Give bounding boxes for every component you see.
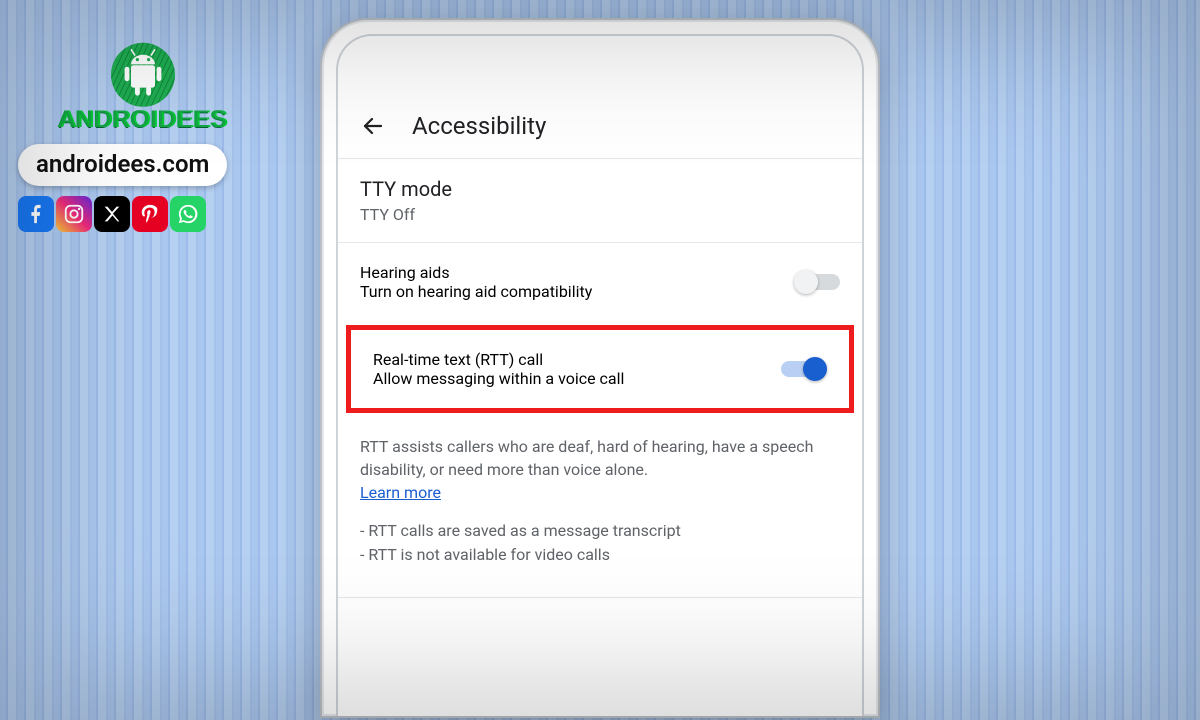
rtt-note-2: - RTT is not available for video calls <box>360 543 840 567</box>
arrow-left-icon <box>361 114 385 138</box>
facebook-icon[interactable] <box>18 196 54 232</box>
rtt-info-text: RTT assists callers who are deaf, hard o… <box>338 417 862 509</box>
brand-wordmark: ANDROIDEES <box>59 106 228 134</box>
rtt-subtitle: Allow messaging within a voice call <box>373 369 765 388</box>
x-icon[interactable] <box>94 196 130 232</box>
pinterest-icon[interactable] <box>132 196 168 232</box>
app-bar: Accessibility <box>338 94 862 158</box>
site-link-pill[interactable]: androidees.com <box>18 144 227 186</box>
learn-more-link[interactable]: Learn more <box>360 483 441 502</box>
tty-mode-row[interactable]: TTY mode TTY Off <box>338 159 862 242</box>
rtt-call-toggle[interactable] <box>781 357 827 381</box>
rtt-note-1: - RTT calls are saved as a message trans… <box>360 519 840 543</box>
page-title: Accessibility <box>412 112 546 140</box>
phone-mockup: Accessibility TTY mode TTY Off Hearing a… <box>320 18 880 718</box>
hearing-aids-toggle[interactable] <box>794 270 840 294</box>
highlight-box: Real-time text (RTT) call Allow messagin… <box>346 325 854 413</box>
hearing-aids-row[interactable]: Hearing aids Turn on hearing aid compati… <box>338 243 862 321</box>
social-icons-row <box>18 196 268 232</box>
rtt-notes: - RTT calls are saved as a message trans… <box>338 509 862 597</box>
whatsapp-icon[interactable] <box>170 196 206 232</box>
hearing-subtitle: Turn on hearing aid compatibility <box>360 282 778 301</box>
rtt-call-row[interactable]: Real-time text (RTT) call Allow messagin… <box>351 330 849 408</box>
android-icon <box>103 38 183 110</box>
phone-screen: Accessibility TTY mode TTY Off Hearing a… <box>338 94 862 716</box>
rtt-info-body: RTT assists callers who are deaf, hard o… <box>360 437 813 479</box>
overlay-branding: ANDROIDEES androidees.com <box>18 38 268 232</box>
phone-bezel: Accessibility TTY mode TTY Off Hearing a… <box>336 34 864 716</box>
brand-logo: ANDROIDEES <box>18 38 268 134</box>
hearing-title: Hearing aids <box>360 263 778 282</box>
back-button[interactable] <box>356 109 390 143</box>
divider <box>338 597 862 598</box>
rtt-title: Real-time text (RTT) call <box>373 350 765 369</box>
tty-subtitle: TTY Off <box>360 205 840 224</box>
instagram-icon[interactable] <box>56 196 92 232</box>
tty-title: TTY mode <box>360 177 840 201</box>
